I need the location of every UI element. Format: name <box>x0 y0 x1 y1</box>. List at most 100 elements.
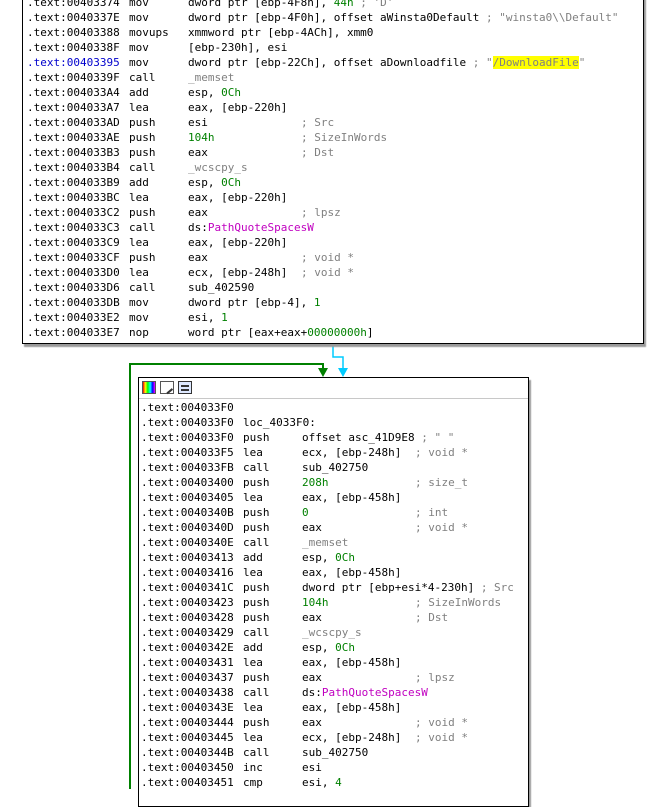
line-address: .text:0040340B <box>141 506 234 519</box>
line-mnemonic: call <box>243 746 270 759</box>
line-mnemonic: lea <box>129 266 149 279</box>
line-mnemonic: call <box>243 461 270 474</box>
line-address: .text:00403431 <box>141 656 234 669</box>
line-comment: ; lpsz <box>301 206 341 219</box>
edge-arrow-green <box>318 368 328 377</box>
line-operands: esp, 0Ch <box>302 551 355 564</box>
line-operands: xmmword ptr [ebp-4ACh], xmm0 <box>188 26 374 39</box>
line-operands: eax, [ebp-220h] <box>188 191 288 204</box>
line-mnemonic: push <box>243 671 270 684</box>
line-operands: ds:PathQuoteSpacesW <box>302 686 428 699</box>
line-operands: 0 <box>302 506 309 519</box>
line-mnemonic: mov <box>129 311 149 324</box>
block-titlebar <box>139 378 528 399</box>
line-operands: _wcscpy_s <box>188 161 248 174</box>
line-mnemonic: add <box>129 176 149 189</box>
line-comment: ; Dst <box>415 611 449 624</box>
line-operands: dword ptr [ebp-4F8h], 44h ; 'D' <box>188 0 394 9</box>
line-operands: dword ptr [ebp+esi*4-230h] ; Src <box>302 581 514 594</box>
color-palette-icon[interactable] <box>142 381 156 394</box>
line-comment: ; void * <box>301 251 354 264</box>
line-address: .text:00403395 <box>27 56 120 69</box>
line-address: .text:00403413 <box>141 551 234 564</box>
line-comment: ; void * <box>415 446 468 459</box>
line-operands: eax, [ebp-458h] <box>302 491 402 504</box>
line-mnemonic: push <box>243 521 270 534</box>
line-address: .text:0040340E <box>141 536 234 549</box>
line-mnemonic: push <box>129 206 156 219</box>
line-address: .text:0040339F <box>27 71 120 84</box>
line-address: .text:00403445 <box>141 731 234 744</box>
line-address: .text:004033AD <box>27 116 120 129</box>
line-mnemonic: push <box>129 131 156 144</box>
line-operands: ecx, [ebp-248h] <box>302 731 402 744</box>
line-operands: eax, [ebp-458h] <box>302 656 402 669</box>
line-mnemonic: call <box>129 281 156 294</box>
line-mnemonic: mov <box>129 296 149 309</box>
line-operands: eax, [ebp-458h] <box>302 701 402 714</box>
line-mnemonic: call <box>129 161 156 174</box>
line-address: .text:0040337E <box>27 11 120 24</box>
line-operands: esp, 0Ch <box>188 176 241 189</box>
line-address: .text:00403450 <box>141 761 234 774</box>
code-block-1[interactable]: .text:00403374 mov dword ptr [ebp-4F8h], 4… <box>22 0 644 344</box>
line-operands: eax <box>302 716 322 729</box>
line-comment: ; Dst <box>301 146 335 159</box>
line-operands: eax, [ebp-220h] <box>188 101 288 114</box>
line-address: .text:0040341C <box>141 581 234 594</box>
line-operands: eax <box>188 146 208 159</box>
line-address: .text:004033C2 <box>27 206 120 219</box>
line-mnemonic: push <box>129 146 156 159</box>
line-comment: ; Src <box>301 116 335 129</box>
line-operands: 208h <box>302 476 329 489</box>
line-comment: ; SizeInWords <box>415 596 502 609</box>
line-address: .text:00403429 <box>141 626 234 639</box>
line-mnemonic: call <box>243 536 270 549</box>
line-mnemonic: push <box>129 251 156 264</box>
line-mnemonic: mov <box>129 0 149 9</box>
line-mnemonic: lea <box>243 446 263 459</box>
line-address: .text:004033B4 <box>27 161 120 174</box>
line-address: .text:0040340D <box>141 521 234 534</box>
line-mnemonic: add <box>243 551 263 564</box>
line-operands: dword ptr [ebp-22Ch], offset aDownloadfi… <box>188 56 586 69</box>
line-operands: eax <box>302 671 322 684</box>
line-address: .text:00403438 <box>141 686 234 699</box>
code-block-loop[interactable]: .text:004033F0 .text:004033F0 loc_4033F0:.… <box>138 377 529 807</box>
line-operands: eax, [ebp-458h] <box>302 566 402 579</box>
line-comment: ; void * <box>415 731 468 744</box>
line-mnemonic: movups <box>129 26 169 39</box>
line-operands: _memset <box>302 536 349 549</box>
line-mnemonic: add <box>243 641 263 654</box>
line-mnemonic: push <box>243 596 270 609</box>
line-address: .text:004033E7 <box>27 326 120 339</box>
line-operands: eax, [ebp-220h] <box>188 236 288 249</box>
line-address: .text:004033BC <box>27 191 120 204</box>
line-operands: dword ptr [ebp-4F0h], offset aWinsta0Def… <box>188 11 619 24</box>
line-mnemonic: lea <box>129 236 149 249</box>
line-address: .text:004033E2 <box>27 311 120 324</box>
line-mnemonic: nop <box>129 326 149 339</box>
line-mnemonic: inc <box>243 761 263 774</box>
line-mnemonic: lea <box>243 701 263 714</box>
line-address: .text:00403437 <box>141 671 234 684</box>
line-operands: offset asc_41D9E8 ; " " <box>302 431 455 444</box>
line-operands: sub_402590 <box>188 281 255 294</box>
line-operands: esi <box>302 761 322 774</box>
line-address: .text:004033F5 <box>141 446 234 459</box>
graph-overview-icon[interactable] <box>178 381 192 394</box>
line-operands: esi, 1 <box>188 311 228 324</box>
line-comment: ; void * <box>415 716 468 729</box>
line-mnemonic: lea <box>129 191 149 204</box>
line-operands: esp, 0Ch <box>188 86 241 99</box>
pencil-icon[interactable] <box>160 381 174 394</box>
line-comment: ; void * <box>415 521 468 534</box>
line-mnemonic: call <box>243 686 270 699</box>
line-address: .text:004033F0 <box>141 416 234 429</box>
line-mnemonic: lea <box>243 656 263 669</box>
line-mnemonic: call <box>129 71 156 84</box>
line-comment: ; lpsz <box>415 671 455 684</box>
line-address: .text:004033DB <box>27 296 120 309</box>
line-address: .text:00403428 <box>141 611 234 624</box>
line-address: .text:0040344B <box>141 746 234 759</box>
